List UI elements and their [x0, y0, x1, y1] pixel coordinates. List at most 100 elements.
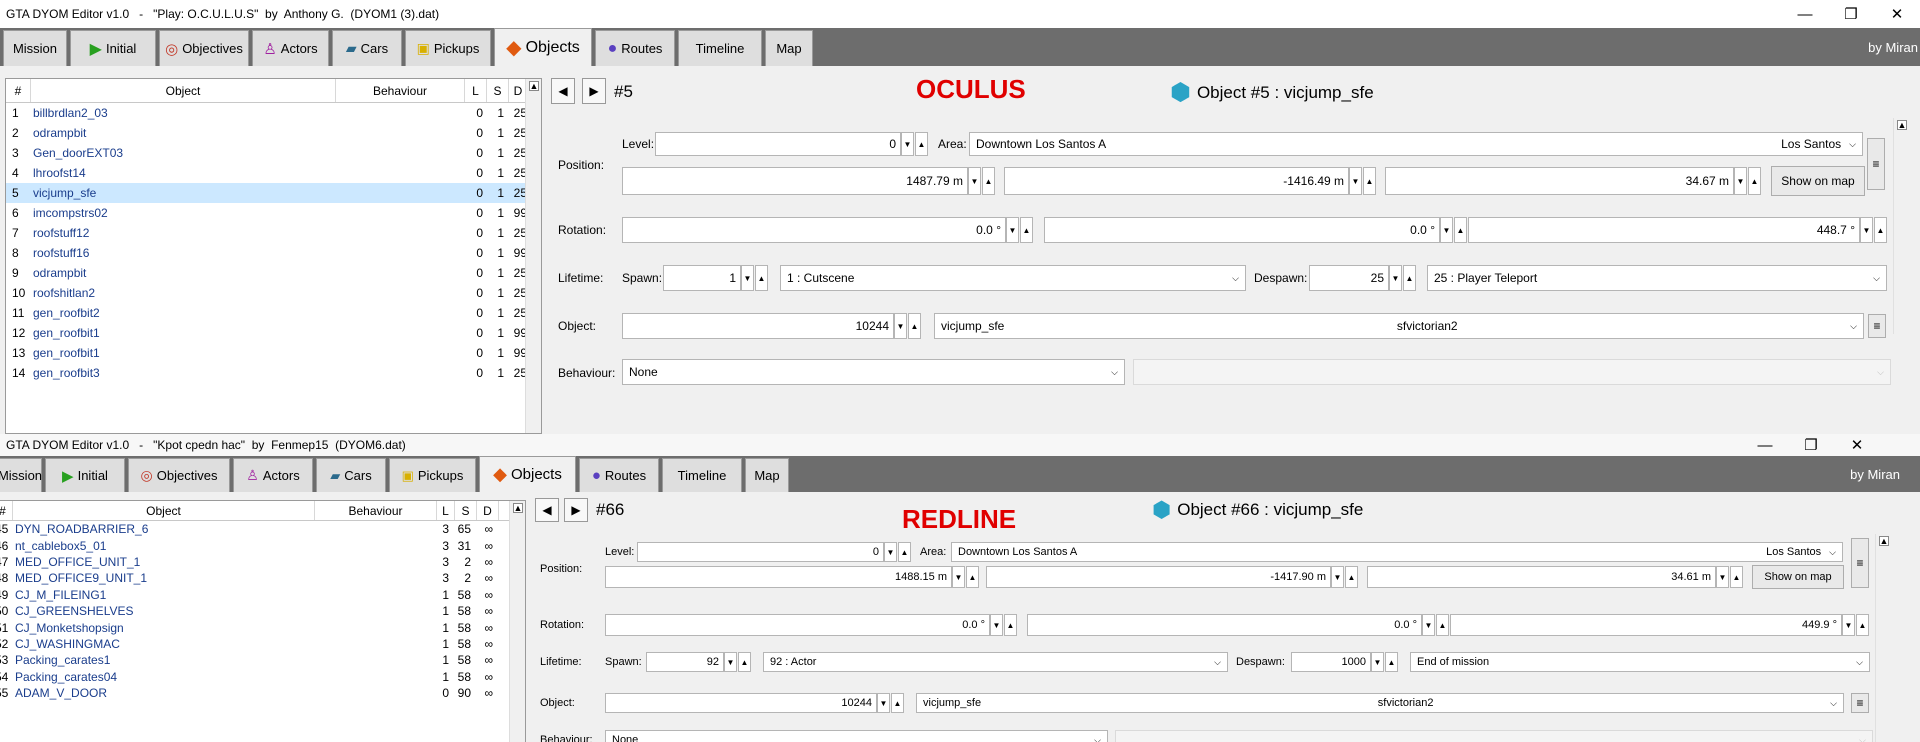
area-select[interactable]: Downtown Los Santos A Los Santos ⌵: [969, 132, 1863, 156]
table-row[interactable]: 10 roofshitlan2 0 1 25: [6, 283, 527, 303]
despawn-select[interactable]: End of mission ⌵: [1410, 652, 1870, 672]
spawn-down[interactable]: ▼: [741, 265, 754, 291]
scroll-up-icon[interactable]: ▲: [1879, 536, 1889, 546]
tab-mission[interactable]: Mission: [3, 30, 67, 66]
tab-initial[interactable]: ▶ Initial: [70, 30, 156, 66]
col-header-number[interactable]: #: [6, 79, 31, 102]
table-row[interactable]: 5 vicjump_sfe 0 1 25: [6, 183, 527, 203]
col-header-object[interactable]: Object: [31, 79, 336, 102]
position-y-down[interactable]: ▼: [1349, 167, 1362, 195]
spawn-select[interactable]: 1 : Cutscene ⌵: [780, 265, 1246, 291]
table-row[interactable]: 45 DYN_ROADBARRIER_6 3 65 ∞: [0, 521, 509, 537]
scroll-up-icon[interactable]: ▲: [529, 81, 539, 91]
level-up-button[interactable]: ▲: [898, 542, 911, 562]
position-y-up[interactable]: ▲: [1345, 566, 1358, 588]
detail-scrollbar[interactable]: ▲: [1875, 534, 1893, 742]
tab-map[interactable]: Map: [745, 458, 789, 492]
table-row[interactable]: 3 Gen_doorEXT03 0 1 25: [6, 143, 527, 163]
position-menu-button[interactable]: ≡: [1867, 138, 1885, 190]
object-id-up[interactable]: ▲: [908, 313, 921, 339]
table-row[interactable]: 52 CJ_WASHINGMAC 1 58 ∞: [0, 636, 509, 652]
object-id-input[interactable]: 10244: [622, 313, 894, 339]
table-row[interactable]: 48 MED_OFFICE9_UNIT_1 32 ∞: [0, 570, 509, 586]
level-input[interactable]: 0: [637, 542, 884, 562]
tab-initial[interactable]: ▶ Initial: [45, 458, 125, 492]
position-z-up[interactable]: ▲: [1748, 167, 1761, 195]
show-on-map-button[interactable]: Show on map: [1752, 565, 1844, 589]
table-row[interactable]: 1 billbrdlan2_03 0 1 25: [6, 103, 527, 123]
object-id-input[interactable]: 10244: [605, 693, 877, 713]
table-row[interactable]: 47 MED_OFFICE_UNIT_1 32 ∞: [0, 554, 509, 570]
table-row[interactable]: 46 nt_cablebox5_01 3 31 ∞: [0, 537, 509, 553]
despawn-select[interactable]: 25 : Player Teleport ⌵: [1427, 265, 1887, 291]
position-z-down[interactable]: ▼: [1734, 167, 1747, 195]
position-x-down[interactable]: ▼: [952, 566, 965, 588]
col-header-behaviour[interactable]: Behaviour: [336, 79, 465, 102]
spawn-input[interactable]: 1: [663, 265, 741, 291]
object-id-down[interactable]: ▼: [894, 313, 907, 339]
despawn-input[interactable]: 1000: [1291, 652, 1371, 672]
spawn-input[interactable]: 92: [646, 652, 724, 672]
col-header-d[interactable]: D: [477, 501, 499, 520]
position-y-down[interactable]: ▼: [1331, 566, 1344, 588]
object-list[interactable]: # Object Behaviour L S D 45 DYN_ROADBARRI…: [0, 500, 526, 742]
object-model-select[interactable]: vicjump_sfe sfvictorian2 ⌵: [916, 693, 1844, 713]
tab-mission[interactable]: Mission: [0, 458, 42, 492]
tab-timeline[interactable]: Timeline: [678, 30, 762, 66]
object-id-up[interactable]: ▲: [891, 693, 904, 713]
table-row[interactable]: 50 CJ_GREENSHELVES 1 58 ∞: [0, 603, 509, 619]
table-row[interactable]: 55 ADAM_V_DOOR 0 90 ∞: [0, 685, 509, 701]
rotation-y-down[interactable]: ▼: [1440, 217, 1453, 243]
rotation-z-down[interactable]: ▼: [1860, 217, 1873, 243]
position-y-input[interactable]: -1416.49 m: [1004, 167, 1349, 195]
rotation-z-down[interactable]: ▼: [1842, 614, 1855, 636]
col-header-l[interactable]: L: [465, 79, 487, 102]
table-row[interactable]: 53 Packing_carates1 1 58 ∞: [0, 652, 509, 668]
spawn-select[interactable]: 92 : Actor ⌵: [763, 652, 1228, 672]
tab-objects[interactable]: ◆ Objects: [479, 456, 576, 492]
spawn-up[interactable]: ▲: [755, 265, 768, 291]
col-header-l[interactable]: L: [437, 501, 455, 520]
tab-objectives[interactable]: ◎ Objectives: [159, 30, 249, 66]
tab-objectives[interactable]: ◎ Objectives: [128, 458, 230, 492]
table-row[interactable]: 9 odrampbit 0 1 25: [6, 263, 527, 283]
rotation-x-input[interactable]: 0.0 °: [605, 614, 990, 636]
level-up-button[interactable]: ▲: [915, 132, 928, 156]
scroll-up-icon[interactable]: ▲: [513, 503, 523, 513]
rotation-y-down[interactable]: ▼: [1422, 614, 1435, 636]
despawn-down[interactable]: ▼: [1371, 652, 1384, 672]
rotation-z-up[interactable]: ▲: [1856, 614, 1869, 636]
minimize-icon[interactable]: —: [1742, 434, 1788, 456]
despawn-down[interactable]: ▼: [1389, 265, 1402, 291]
level-input[interactable]: 0: [655, 132, 901, 156]
table-row[interactable]: 11 gen_roofbit2 0 1 25: [6, 303, 527, 323]
spawn-up[interactable]: ▲: [738, 652, 751, 672]
tab-actors[interactable]: ♙ Actors: [233, 458, 313, 492]
prev-object-button[interactable]: ◀: [535, 498, 559, 522]
position-menu-button[interactable]: ≡: [1851, 538, 1869, 588]
scroll-up-icon[interactable]: ▲: [1897, 120, 1907, 130]
rotation-x-down[interactable]: ▼: [1006, 217, 1019, 243]
position-z-input[interactable]: 34.67 m: [1385, 167, 1734, 195]
col-header-behaviour[interactable]: Behaviour: [315, 501, 437, 520]
position-x-input[interactable]: 1487.79 m: [622, 167, 968, 195]
level-down-button[interactable]: ▼: [901, 132, 914, 156]
close-icon[interactable]: ✕: [1874, 0, 1920, 28]
tab-timeline[interactable]: Timeline: [662, 458, 742, 492]
tab-actors[interactable]: ♙ Actors: [252, 30, 329, 66]
position-x-up[interactable]: ▲: [982, 167, 995, 195]
tab-routes[interactable]: ● Routes: [579, 458, 659, 492]
next-object-button[interactable]: ▶: [564, 498, 588, 522]
col-header-s[interactable]: S: [455, 501, 477, 520]
show-on-map-button[interactable]: Show on map: [1771, 166, 1865, 196]
maximize-icon[interactable]: ❐: [1788, 434, 1834, 456]
position-x-input[interactable]: 1488.15 m: [605, 566, 952, 588]
close-icon[interactable]: ✕: [1834, 434, 1880, 456]
rotation-x-up[interactable]: ▲: [1004, 614, 1017, 636]
tab-cars[interactable]: ▰ Cars: [332, 30, 402, 66]
position-z-input[interactable]: 34.61 m: [1367, 566, 1716, 588]
position-x-up[interactable]: ▲: [966, 566, 979, 588]
minimize-icon[interactable]: —: [1782, 0, 1828, 28]
despawn-up[interactable]: ▲: [1385, 652, 1398, 672]
tab-objects[interactable]: ◆ Objects: [494, 28, 592, 66]
